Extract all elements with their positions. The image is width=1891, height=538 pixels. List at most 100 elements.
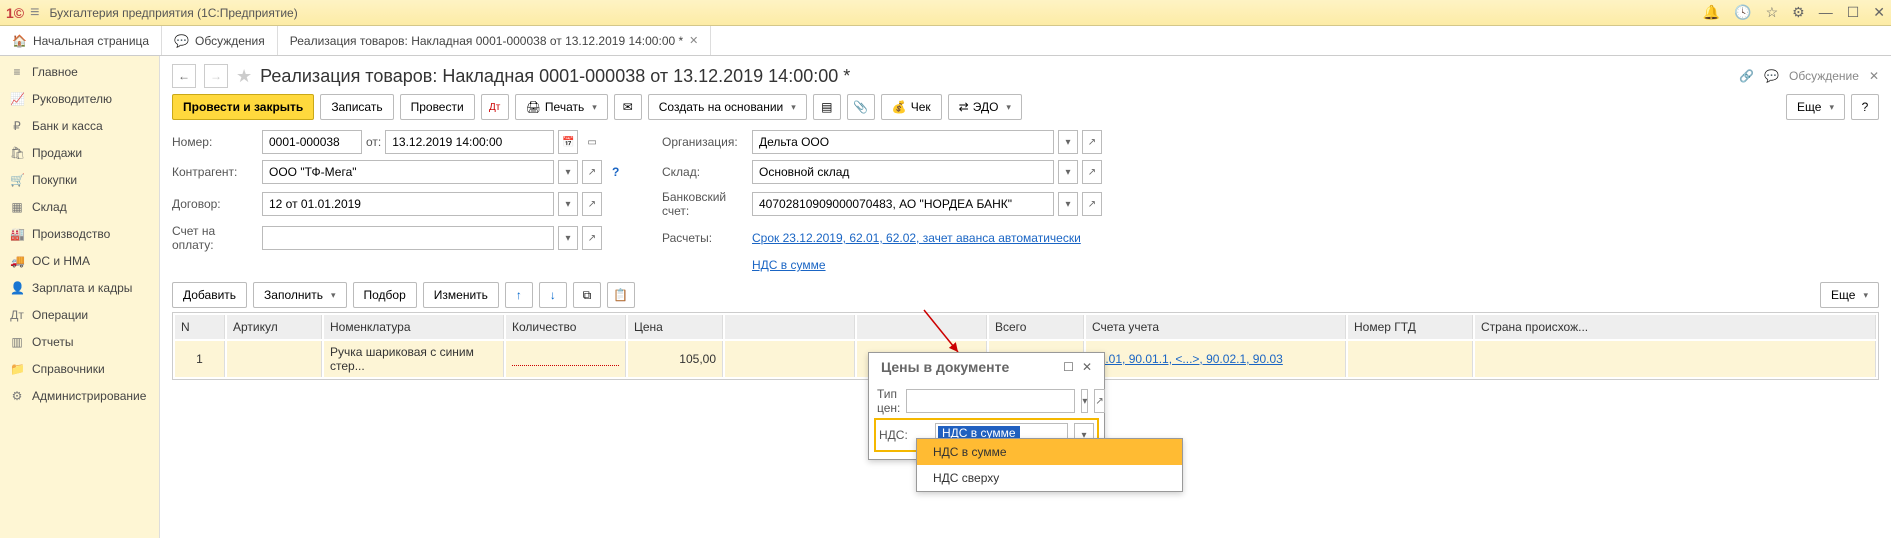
nav-forward-button[interactable]: → — [204, 64, 228, 88]
minimize-icon[interactable]: — — [1819, 4, 1833, 21]
sidebar-item-warehouse[interactable]: ▦Склад — [0, 193, 159, 220]
dropdown-icon[interactable]: ▾ — [1081, 389, 1088, 413]
open-icon[interactable]: ↗ — [1082, 160, 1102, 184]
check-button[interactable]: 💰 Чек — [881, 94, 942, 120]
calendar-icon[interactable]: 📅 — [558, 130, 578, 154]
calc-link[interactable]: Срок 23.12.2019, 62.01, 62.02, зачет ава… — [752, 231, 1102, 245]
open-icon[interactable]: ↗ — [582, 160, 602, 184]
main-menu-icon[interactable]: ≡ — [30, 4, 39, 22]
popup-close-icon[interactable]: ✕ — [1078, 360, 1096, 374]
close-icon[interactable]: ✕ — [1873, 4, 1885, 21]
move-down-button[interactable]: ↓ — [539, 282, 567, 308]
email-button[interactable]: ✉ — [614, 94, 642, 120]
bank-input[interactable] — [752, 192, 1054, 216]
maximize-icon[interactable]: ☐ — [1847, 4, 1860, 21]
contract-label: Договор: — [172, 197, 252, 211]
print-button[interactable]: 🖨 Печать — [515, 94, 608, 120]
col-blank2[interactable] — [857, 315, 987, 339]
dropdown-icon[interactable]: ▾ — [1058, 192, 1078, 216]
sidebar-item-bank[interactable]: ₽Банк и касса — [0, 112, 159, 139]
dropdown-icon[interactable]: ▾ — [1058, 130, 1078, 154]
open-icon[interactable]: ↗ — [1082, 192, 1102, 216]
settings-icon[interactable]: ⚙ — [1792, 4, 1805, 21]
tab-document[interactable]: Реализация товаров: Накладная 0001-00003… — [278, 26, 712, 55]
post-and-close-button[interactable]: Провести и закрыть — [172, 94, 314, 120]
price-type-input[interactable] — [906, 389, 1075, 413]
col-country[interactable]: Страна происхож... — [1475, 315, 1876, 339]
close-doc-icon[interactable]: ✕ — [1869, 69, 1879, 83]
open-icon[interactable]: ↗ — [1082, 130, 1102, 154]
dropdown-icon[interactable]: ▾ — [558, 160, 578, 184]
add-row-button[interactable]: Добавить — [172, 282, 247, 308]
sidebar-item-refs[interactable]: 📁Справочники — [0, 355, 159, 382]
change-button[interactable]: Изменить — [423, 282, 499, 308]
chat-icon[interactable]: 💬 — [1764, 69, 1779, 83]
pick-button[interactable]: Подбор — [353, 282, 417, 308]
discussion-link[interactable]: Обсуждение — [1789, 69, 1859, 83]
help-icon[interactable]: ? — [612, 165, 652, 179]
counterparty-input[interactable] — [262, 160, 554, 184]
copy-button[interactable]: ⧉ — [573, 282, 601, 308]
history-icon[interactable]: 🕓 — [1734, 4, 1751, 21]
col-accounts[interactable]: Счета учета — [1086, 315, 1346, 339]
sidebar-item-admin[interactable]: ⚙Администрирование — [0, 382, 159, 409]
col-nomenclature[interactable]: Номенклатура — [324, 315, 504, 339]
table-more-button[interactable]: Еще — [1820, 282, 1879, 308]
dropdown-icon[interactable]: ▾ — [558, 192, 578, 216]
doc-status-icon[interactable]: ▭ — [582, 130, 602, 154]
attach-button[interactable]: 📎 — [847, 94, 875, 120]
col-article[interactable]: Артикул — [227, 315, 322, 339]
tab-discussions[interactable]: 💬 Обсуждения — [162, 26, 278, 55]
col-blank1[interactable] — [725, 315, 855, 339]
dropdown-icon[interactable]: ▾ — [558, 226, 578, 250]
col-total[interactable]: Всего — [989, 315, 1084, 339]
nav-back-button[interactable]: ← — [172, 64, 196, 88]
sidebar-item-operations[interactable]: ДтОперации — [0, 301, 159, 328]
org-input[interactable] — [752, 130, 1054, 154]
create-based-button[interactable]: Создать на основании — [648, 94, 807, 120]
sidebar-item-sales[interactable]: 🛍Продажи — [0, 139, 159, 166]
open-icon[interactable]: ↗ — [582, 226, 602, 250]
post-button[interactable]: Провести — [400, 94, 475, 120]
tab-bar: 🏠 Начальная страница 💬 Обсуждения Реализ… — [0, 26, 1891, 56]
contract-input[interactable] — [262, 192, 554, 216]
open-icon[interactable]: ↗ — [1094, 389, 1104, 413]
help-button[interactable]: ? — [1851, 94, 1879, 120]
link-icon[interactable]: 🔗 — [1739, 69, 1754, 83]
vat-link[interactable]: НДС в сумме — [752, 258, 1102, 272]
paste-button[interactable]: 📋 — [607, 282, 635, 308]
more-button[interactable]: Еще — [1786, 94, 1845, 120]
invoice-input[interactable] — [262, 226, 554, 250]
favorite-icon[interactable]: ★ — [236, 66, 252, 87]
col-qty[interactable]: Количество — [506, 315, 626, 339]
date-input[interactable] — [385, 130, 554, 154]
dropdown-icon[interactable]: ▾ — [1058, 160, 1078, 184]
vat-option-on-top[interactable]: НДС сверху — [917, 465, 1182, 491]
col-price[interactable]: Цена — [628, 315, 723, 339]
col-gtd[interactable]: Номер ГТД — [1348, 315, 1473, 339]
accounts-link[interactable]: 41.01, 90.01.1, <...>, 90.02.1, 90.03 — [1092, 352, 1283, 366]
edo-button[interactable]: ⇄ ЭДО — [948, 94, 1022, 120]
tab-close-icon[interactable]: ✕ — [689, 34, 698, 47]
sidebar-item-purchases[interactable]: 🛒Покупки — [0, 166, 159, 193]
fill-button[interactable]: Заполнить — [253, 282, 346, 308]
sidebar-item-payroll[interactable]: 👤Зарплата и кадры — [0, 274, 159, 301]
warehouse-input[interactable] — [752, 160, 1054, 184]
bell-icon[interactable]: 🔔 — [1703, 4, 1720, 21]
sidebar-item-assets[interactable]: 🚚ОС и НМА — [0, 247, 159, 274]
tab-home[interactable]: 🏠 Начальная страница — [0, 26, 162, 55]
sidebar-item-manager[interactable]: 📈Руководителю — [0, 85, 159, 112]
star-icon[interactable]: ☆ — [1766, 4, 1779, 21]
vat-option-in-sum[interactable]: НДС в сумме — [917, 439, 1182, 465]
sidebar-item-reports[interactable]: ▥Отчеты — [0, 328, 159, 355]
dtkt-button[interactable]: Дт — [481, 94, 509, 120]
move-up-button[interactable]: ↑ — [505, 282, 533, 308]
col-n[interactable]: N — [175, 315, 225, 339]
save-button[interactable]: Записать — [320, 94, 393, 120]
sidebar-item-production[interactable]: 🏭Производство — [0, 220, 159, 247]
files-button[interactable]: ▤ — [813, 94, 841, 120]
number-input[interactable] — [262, 130, 362, 154]
sidebar-item-main[interactable]: ≡Главное — [0, 58, 159, 85]
open-icon[interactable]: ↗ — [582, 192, 602, 216]
popup-detach-icon[interactable]: ☐ — [1059, 360, 1078, 374]
